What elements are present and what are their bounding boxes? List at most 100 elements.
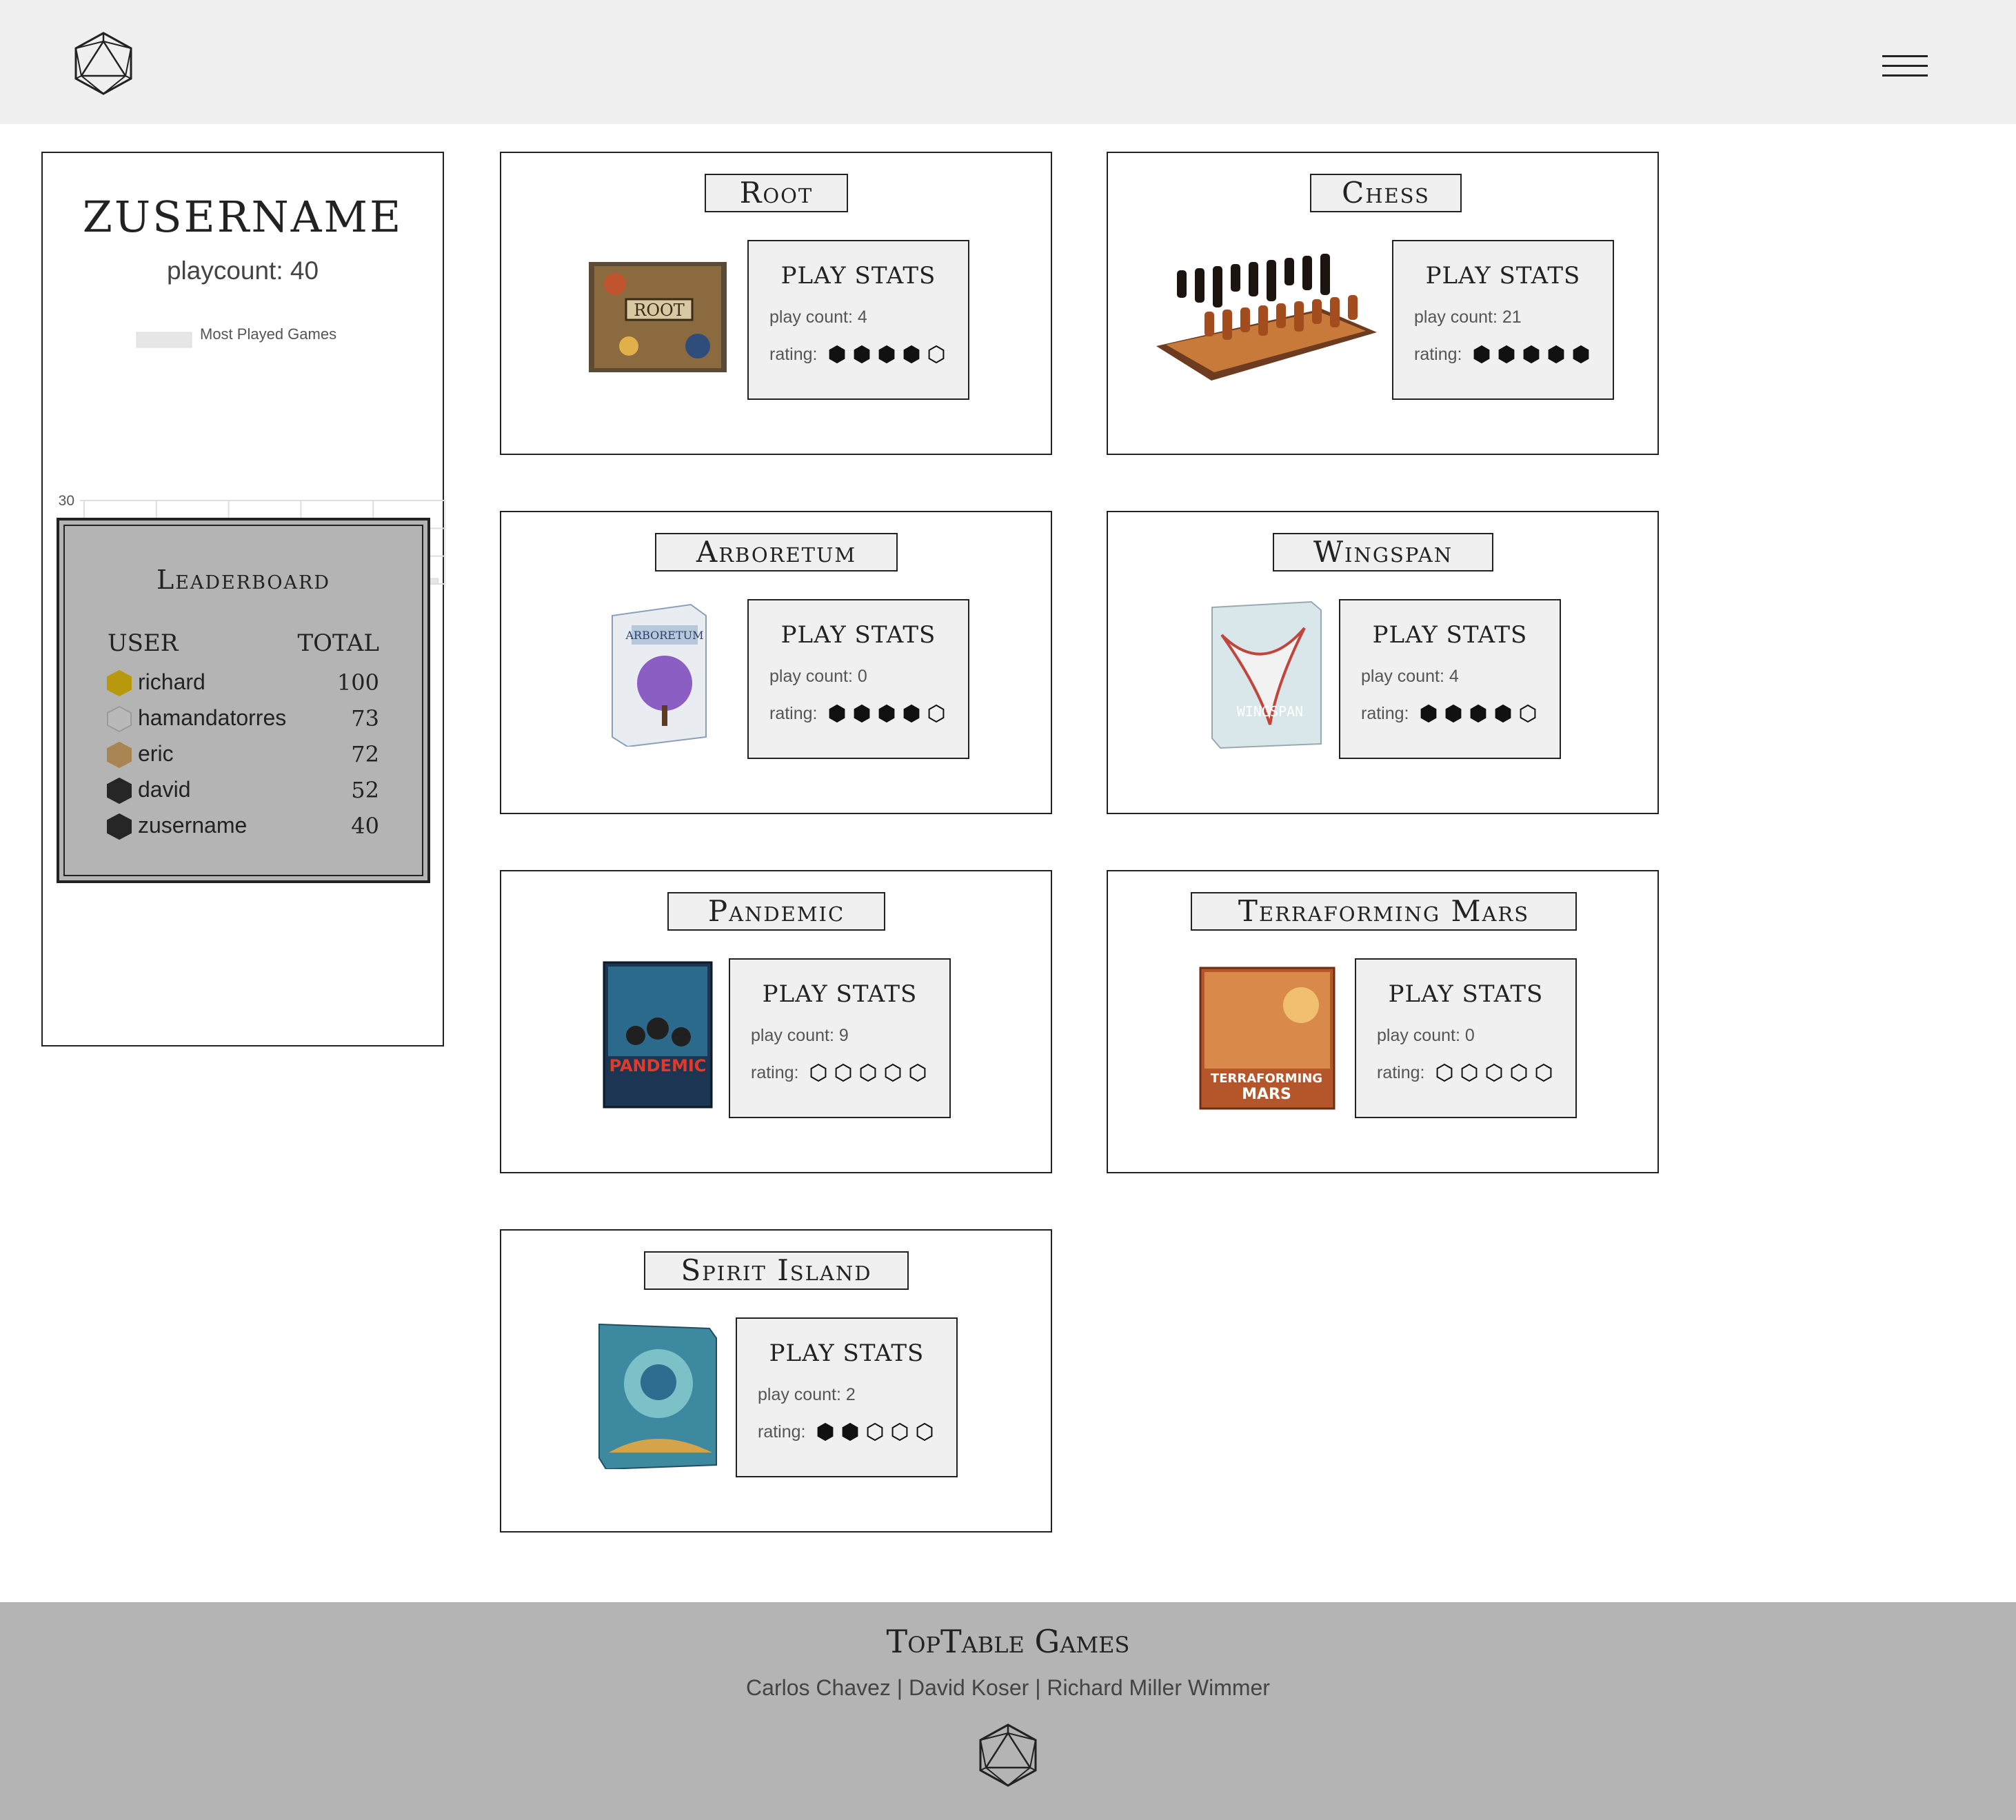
play-stats-panel: PLAY STATS play count: 9 rating: bbox=[729, 958, 951, 1118]
game-title[interactable]: Chess bbox=[1310, 174, 1462, 212]
game-title[interactable]: Arboretum bbox=[655, 533, 898, 572]
game-cover-image[interactable]: PANDEMIC bbox=[601, 960, 715, 1110]
hexagon-empty-icon bbox=[1511, 1063, 1527, 1082]
game-cover-image[interactable]: ROOT bbox=[587, 256, 732, 376]
play-stats-panel: PLAY STATS play count: 4 rating: bbox=[1339, 599, 1561, 759]
hexagon-empty-icon bbox=[885, 1063, 901, 1082]
profile-playcount: playcount: 40 bbox=[166, 256, 319, 285]
svg-text:TERRAFORMING: TERRAFORMING bbox=[1211, 1071, 1322, 1086]
hexagon-empty-icon bbox=[928, 704, 945, 723]
hamburger-menu-icon[interactable] bbox=[1882, 52, 1932, 80]
hexagon-empty-icon bbox=[860, 1063, 876, 1082]
hexagon-filled-icon bbox=[903, 704, 920, 723]
svg-text:ROOT: ROOT bbox=[634, 301, 684, 320]
play-stats-panel: PLAY STATS play count: 4 rating: bbox=[747, 240, 969, 400]
hexagon-filled-icon bbox=[1445, 704, 1462, 723]
leaderboard-total-header: TOTAL bbox=[297, 629, 379, 657]
hexagon-filled-icon bbox=[878, 704, 895, 723]
game-title[interactable]: Pandemic bbox=[667, 892, 885, 931]
play-count: play count: 2 bbox=[758, 1385, 856, 1404]
hexagon-rank-icon bbox=[107, 741, 132, 769]
leaderboard-user-name: eric bbox=[138, 741, 174, 766]
play-stats-panel: PLAY STATS play count: 0 rating: bbox=[1355, 958, 1577, 1118]
hexagon-filled-icon bbox=[817, 1422, 834, 1442]
game-title[interactable]: Root bbox=[705, 174, 848, 212]
hexagon-filled-icon bbox=[854, 704, 870, 723]
play-count: play count: 4 bbox=[769, 307, 867, 327]
game-card-terraforming-mars[interactable]: Terraforming Mars TERRAFORMING MARS PLAY… bbox=[1107, 870, 1659, 1173]
play-stats-title: PLAY STATS bbox=[780, 262, 936, 290]
leaderboard-user-total: 40 bbox=[351, 813, 379, 839]
game-cover-image[interactable] bbox=[595, 1322, 719, 1469]
play-count: play count: 4 bbox=[1361, 667, 1459, 686]
game-cover-image[interactable]: TERRAFORMING MARS bbox=[1198, 964, 1335, 1110]
play-stats-title: PLAY STATS bbox=[1425, 262, 1581, 290]
d20-logo-icon[interactable] bbox=[73, 30, 134, 97]
hexagon-empty-icon bbox=[1535, 1063, 1552, 1082]
hexagon-empty-icon bbox=[867, 1422, 883, 1442]
site-header bbox=[0, 0, 2016, 124]
rating-label: rating: bbox=[1361, 704, 1409, 723]
hexagon-filled-icon bbox=[1523, 345, 1540, 364]
leaderboard-user-total: 72 bbox=[351, 741, 379, 767]
hexagon-rank-icon bbox=[107, 669, 132, 697]
site-footer: TopTable Games Carlos Chavez | David Kos… bbox=[0, 1602, 2016, 1820]
play-stats-title: PLAY STATS bbox=[1388, 980, 1544, 1008]
hexagon-filled-icon bbox=[842, 1422, 858, 1442]
game-card-pandemic[interactable]: Pandemic PANDEMIC PLAY STATS play count:… bbox=[500, 870, 1052, 1173]
play-count: play count: 0 bbox=[1377, 1026, 1475, 1045]
leaderboard-row: hamandatorres 73 bbox=[106, 701, 379, 736]
game-card-wingspan[interactable]: Wingspan WINGSPAN PLAY STATS play count:… bbox=[1107, 511, 1659, 814]
rating-label: rating: bbox=[769, 345, 818, 364]
hexagon-rank-icon bbox=[107, 705, 132, 733]
play-count: play count: 21 bbox=[1414, 307, 1522, 327]
rating-label: rating: bbox=[751, 1063, 799, 1082]
game-title[interactable]: Spirit Island bbox=[644, 1251, 909, 1290]
game-card-root[interactable]: Root ROOT PLAY STATS play count: 4 ratin… bbox=[500, 152, 1052, 455]
leaderboard-user-name: david bbox=[138, 777, 191, 802]
leaderboard-row: eric 72 bbox=[106, 737, 379, 771]
hexagon-filled-icon bbox=[1498, 345, 1515, 364]
hexagon-filled-icon bbox=[1470, 704, 1486, 723]
hexagon-filled-icon bbox=[878, 345, 895, 364]
game-cover-image[interactable]: WINGSPAN bbox=[1208, 600, 1325, 749]
leaderboard-user-total: 52 bbox=[351, 777, 379, 803]
hexagon-filled-icon bbox=[854, 345, 870, 364]
game-cover-image[interactable]: ARBORETUM bbox=[608, 602, 712, 747]
leaderboard-title: Leaderboard bbox=[156, 565, 331, 595]
profile-username: ZUSERNAME bbox=[82, 192, 403, 242]
game-title[interactable]: Terraforming Mars bbox=[1191, 892, 1577, 931]
hexagon-empty-icon bbox=[1461, 1063, 1478, 1082]
game-card-arboretum[interactable]: Arboretum ARBORETUM PLAY STATS play coun… bbox=[500, 511, 1052, 814]
hexagon-empty-icon bbox=[1486, 1063, 1502, 1082]
leaderboard-user-header: USER bbox=[108, 629, 179, 657]
play-stats-title: PLAY STATS bbox=[769, 1339, 925, 1367]
play-stats-title: PLAY STATS bbox=[780, 621, 936, 649]
play-count: play count: 0 bbox=[769, 667, 867, 686]
play-stats-title: PLAY STATS bbox=[762, 980, 918, 1008]
hexagon-empty-icon bbox=[891, 1422, 908, 1442]
hexagon-filled-icon bbox=[1473, 345, 1490, 364]
game-card-spirit-island[interactable]: Spirit Island PLAY STATS play count: 2 r… bbox=[500, 1229, 1052, 1533]
play-stats-title: PLAY STATS bbox=[1372, 621, 1528, 649]
hexagon-rank-icon bbox=[107, 813, 132, 840]
rating-label: rating: bbox=[758, 1422, 806, 1442]
hexagon-filled-icon bbox=[829, 345, 845, 364]
leaderboard-user-name: zusername bbox=[138, 813, 248, 838]
hexagon-empty-icon bbox=[810, 1063, 827, 1082]
svg-text:MARS: MARS bbox=[1242, 1086, 1291, 1103]
hexagon-rank-icon bbox=[107, 777, 132, 805]
hexagon-empty-icon bbox=[916, 1422, 933, 1442]
hexagon-empty-icon bbox=[1520, 704, 1536, 723]
leaderboard-user-total: 73 bbox=[351, 705, 379, 731]
leaderboard-user-name: hamandatorres bbox=[138, 705, 287, 730]
game-title[interactable]: Wingspan bbox=[1273, 533, 1493, 572]
game-cover-image[interactable] bbox=[1149, 243, 1384, 387]
play-count: play count: 9 bbox=[751, 1026, 849, 1045]
play-stats-panel: PLAY STATS play count: 2 rating: bbox=[736, 1317, 958, 1477]
svg-text:ARBORETUM: ARBORETUM bbox=[625, 629, 703, 642]
chart-legend-label: Most Played Games bbox=[200, 325, 336, 343]
hexagon-empty-icon bbox=[835, 1063, 851, 1082]
game-card-chess[interactable]: Chess PLAY STATS play count: 21 rating: bbox=[1107, 152, 1659, 455]
leaderboard-row: richard 100 bbox=[106, 665, 379, 700]
